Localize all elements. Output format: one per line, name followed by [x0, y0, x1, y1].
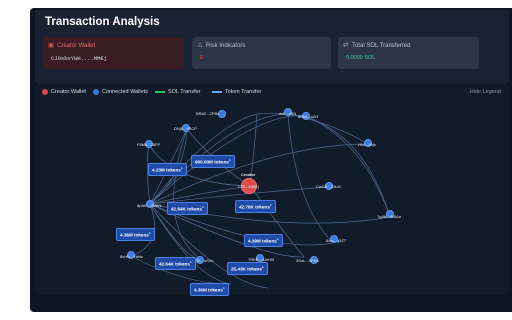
token-transfer-badge[interactable]: 42.76K tokens●: [235, 200, 276, 213]
token-amount: 4.36M tokens: [194, 287, 223, 293]
token-transfer-badge[interactable]: 42.64K tokens●: [167, 202, 208, 215]
graph-edges: [130, 112, 391, 289]
risk-indicators-card[interactable]: ⚠ Risk Indicators 0: [192, 37, 331, 69]
token-amount: 4.23M tokens: [152, 167, 181, 173]
token-amount: 900.00M tokens: [195, 159, 229, 165]
token-amount: 42.64K tokens: [171, 206, 202, 212]
creator-wallet-card[interactable]: ▣ Creator Wallet CJ9sbvYWH....MMEj: [43, 37, 184, 69]
total-sol-label: Total SOL Transferred: [352, 43, 411, 49]
token-transfer-badge[interactable]: 4.36M tokens●: [190, 283, 229, 296]
token-transfer-badge[interactable]: 900.00M tokens●: [191, 155, 235, 168]
wallet-node-label: F5M8...28FP: [137, 142, 161, 147]
wallet-node-label: CwGE...Z9uG: [316, 184, 341, 189]
wallet-node-label: Hhd...9xjk: [358, 142, 376, 147]
token-transfer-badge[interactable]: 4.23M tokens●: [148, 163, 187, 176]
summary-panel: Transaction Analysis ▣ Creator Wallet CJ…: [35, 10, 509, 84]
wallet-node[interactable]: [218, 110, 226, 118]
wallet-node-label: 6pNE...dMWe: [137, 203, 162, 208]
wallet-node-label: 8xm...g5Z7: [326, 238, 347, 243]
wallet-node-label: GK...sSVo: [195, 258, 214, 263]
token-transfer-badge[interactable]: 4.39M tokens●: [244, 234, 283, 247]
token-amount: 4.39M tokens: [248, 238, 277, 244]
risk-indicators-label: Risk Indicators: [206, 43, 246, 49]
total-sol-card[interactable]: ⇄ Total SOL Transferred 0.0000 SOL: [338, 37, 479, 69]
creator-node-label: CJ9...MMEj: [238, 184, 259, 189]
token-amount: 42.76K tokens: [239, 204, 270, 210]
token-transfer-badge[interactable]: 42.64K tokens●: [155, 257, 196, 270]
wallet-node-label: DNj8...9RCP: [174, 126, 197, 131]
wallet-icon: ▣: [48, 42, 55, 49]
wallet-node-label: 7g4M...fkBAu: [377, 214, 402, 219]
token-amount: 25.43K tokens: [231, 266, 262, 272]
wallet-node-label: rbC...a5N: [279, 111, 297, 116]
token-amount: 4.36M tokens: [120, 232, 149, 238]
total-sol-value: 0.0000 SOL: [346, 55, 376, 61]
wallet-node-label: BRsE...2PBx: [196, 111, 220, 116]
creator-node-title: Creator: [241, 172, 256, 177]
wallet-node-label: 8Nk5...oZH: [298, 114, 319, 119]
creator-wallet-label: Creator Wallet: [57, 43, 96, 49]
warning-icon: ⚠: [197, 42, 203, 49]
token-amount: 42.64K tokens: [159, 261, 190, 267]
page-title: Transaction Analysis: [45, 16, 160, 28]
risk-indicators-value: 0: [200, 55, 204, 61]
wallet-node-label: 8cHB...YhNz: [120, 254, 143, 259]
transfer-icon: ⇄: [343, 42, 349, 49]
wallet-node-label: 3SuL...3PDU: [296, 258, 320, 263]
token-transfer-badge[interactable]: 4.36M tokens●: [116, 228, 155, 241]
token-transfer-badge[interactable]: 25.43K tokens●: [227, 262, 268, 275]
creator-wallet-value: CJ9sbvYWH....MMEj: [51, 55, 108, 62]
